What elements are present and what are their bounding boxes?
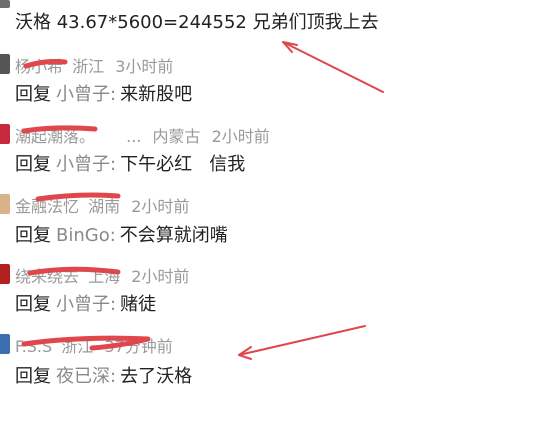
reply-colon: : [110,154,117,175]
reply-text: 来新股吧 [120,84,193,105]
location-label: 浙江 [61,337,94,356]
reply-keyword: 回复 [15,154,51,175]
timestamp: 2小时前 [131,267,190,286]
top-post-avatar[interactable] [0,0,10,8]
reply-line: 回复 小曾子: 来新股吧 [15,80,192,106]
reply-target-link[interactable]: BinGo [56,225,110,246]
comment-meta: 金融法忆 湖南 2小时前 [15,193,195,217]
truncation-ellipsis: ... [126,127,142,146]
timestamp: 2小时前 [211,127,270,146]
reply-colon: : [110,366,117,387]
reply-text: 去了沃格 [120,366,193,387]
reply-text: 下午必红 信我 [120,154,246,175]
arrow-head [282,41,298,53]
avatar[interactable] [0,264,10,284]
comment-meta: 绕来绕去 上海 2小时前 [15,263,195,287]
avatar[interactable] [0,124,10,144]
reply-line: 回复 夜已深: 去了沃格 [15,362,192,388]
reply-colon: : [110,294,117,315]
reply-keyword: 回复 [15,84,51,105]
reply-target-link[interactable]: 小曾子 [56,84,110,105]
annotation-arrow [282,41,384,93]
reply-line: 回复 小曾子: 赌徒 [15,290,156,316]
reply-colon: : [109,225,116,246]
timestamp: 3小时前 [115,57,174,76]
avatar[interactable] [0,194,10,214]
reply-keyword: 回复 [15,294,51,315]
reply-text: 赌徒 [120,294,157,315]
reply-line: 回复 BinGo: 不会算就闭嘴 [15,221,228,247]
username-link[interactable]: 杨小希 [15,57,63,76]
comment-meta: 杨小希 浙江 3小时前 [15,53,179,77]
arrow-head [238,346,252,360]
username-link[interactable]: F.S.S [15,337,52,356]
timestamp: 37分钟前 [104,337,173,356]
reply-text: 不会算就闭嘴 [119,225,228,246]
reply-target-link[interactable]: 夜已深 [56,366,110,387]
comment-meta: F.S.S 浙江 37分钟前 [15,333,179,357]
username-link[interactable]: 绕来绕去 [15,267,79,286]
annotation-arrow [238,325,366,356]
username-link[interactable]: 金融法忆 [15,197,79,216]
location-label: 湖南 [88,197,121,216]
location-label: 浙江 [72,57,105,76]
reply-line: 回复 小曾子: 下午必红 信我 [15,150,245,176]
reply-target-link[interactable]: 小曾子 [56,154,110,175]
reply-keyword: 回复 [15,225,51,246]
reply-target-link[interactable]: 小曾子 [56,294,110,315]
top-post-text: 沃格 43.67*5600=244552 兄弟们顶我上去 [15,12,379,33]
comment-meta: 潮起潮落。 ... 内蒙古 2小时前 [15,123,276,147]
comment-thread: 沃格 43.67*5600=244552 兄弟们顶我上去 杨小希 浙江 3小时前… [0,0,536,425]
reply-colon: : [110,84,117,105]
timestamp: 2小时前 [131,197,190,216]
location-label: 内蒙古 [152,127,201,146]
username-link[interactable]: 潮起潮落。 [15,127,95,146]
avatar[interactable] [0,334,10,354]
reply-keyword: 回复 [15,366,51,387]
avatar[interactable] [0,54,10,74]
location-label: 上海 [88,267,121,286]
